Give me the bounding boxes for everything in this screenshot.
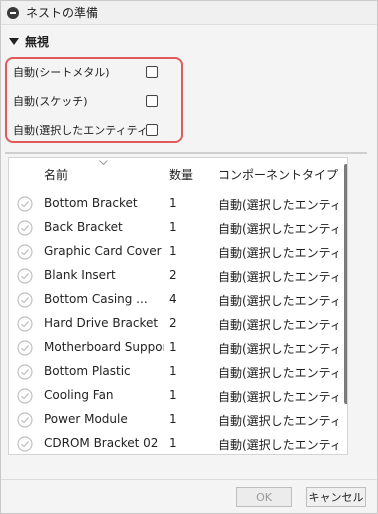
row-name: Bottom Plastic	[44, 364, 131, 378]
vertical-scrollbar[interactable]	[344, 164, 347, 404]
check-circle-icon	[17, 244, 33, 260]
row-type: 自動(選択したエンティ...	[218, 294, 338, 308]
nest-prep-dialog: ネストの準備 無視 自動(シートメタル) 自動(スケッチ) 自動(選択したエンテ…	[0, 0, 378, 514]
check-circle-icon	[17, 292, 33, 308]
row-type: 自動(選択したエンティ...	[218, 270, 338, 284]
row-type: 自動(選択したエンティ...	[218, 198, 338, 212]
row-qty: 1	[169, 244, 177, 258]
row-type: 自動(選択したエンティ...	[218, 222, 338, 236]
sketch-checkbox[interactable]	[146, 95, 158, 107]
list-header: 名前 数量 コンポーネントタイプ	[9, 158, 347, 188]
footer-divider	[1, 479, 377, 480]
check-circle-icon	[17, 316, 33, 332]
table-row[interactable]: Power Module 1 自動(選択したエンティ...	[9, 408, 341, 432]
table-row[interactable]: CDROM Bracket 02 1 自動(選択したエンティ...	[9, 432, 341, 454]
ignore-section-header[interactable]: 無視	[9, 33, 49, 50]
row-name: Bottom Bracket	[44, 196, 138, 210]
row-type: 自動(選択したエンティ...	[218, 414, 338, 428]
component-list[interactable]: 名前 数量 コンポーネントタイプ Bottom Bracket 1 自動(選択したエ…	[8, 157, 348, 455]
row-qty: 2	[169, 316, 177, 330]
row-name: Blank Insert	[44, 268, 116, 282]
option-label: 自動(スケッチ)	[13, 95, 88, 108]
table-row[interactable]: Bottom Plastic 1 自動(選択したエンティ...	[9, 360, 341, 384]
check-circle-icon	[17, 196, 33, 212]
row-type: 自動(選択したエンティ...	[218, 318, 338, 332]
table-row[interactable]: Graphic Card Cover 1 自動(選択したエンティ...	[9, 240, 341, 264]
check-circle-icon	[17, 388, 33, 404]
table-row[interactable]: Hard Drive Bracket 2 自動(選択したエンティ...	[9, 312, 341, 336]
cancel-button[interactable]: キャンセル	[306, 487, 366, 507]
option-sheet-metal[interactable]: 自動(シートメタル)	[13, 63, 163, 81]
column-header-qty[interactable]: 数量	[169, 166, 193, 183]
row-qty: 1	[169, 412, 177, 426]
row-qty: 1	[169, 436, 177, 450]
title-bar: ネストの準備	[1, 1, 377, 25]
option-selected-entity[interactable]: 自動(選択したエンティティ)	[13, 121, 163, 139]
check-circle-icon	[17, 364, 33, 380]
row-name: Power Module	[44, 412, 128, 426]
row-type: 自動(選択したエンティ...	[218, 342, 338, 356]
option-label: 自動(選択したエンティティ)	[13, 124, 153, 137]
row-name: Graphic Card Cover	[44, 244, 162, 258]
row-type: 自動(選択したエンティ...	[218, 246, 338, 260]
caret-down-icon[interactable]	[9, 38, 19, 45]
row-type: 自動(選択したエンティ...	[218, 390, 338, 404]
row-qty: 1	[169, 340, 177, 354]
option-sketch[interactable]: 自動(スケッチ)	[13, 92, 163, 110]
sort-chevron-icon[interactable]	[99, 160, 108, 165]
row-name: Cooling Fan	[44, 388, 114, 402]
row-type: 自動(選択したエンティ...	[218, 366, 338, 380]
row-qty: 1	[169, 364, 177, 378]
section-title: 無視	[25, 35, 50, 49]
dialog-title: ネストの準備	[26, 6, 99, 20]
row-qty: 1	[169, 220, 177, 234]
row-name: Motherboard Support	[44, 340, 164, 354]
table-row[interactable]: Bottom Bracket 1 自動(選択したエンティ...	[9, 192, 341, 216]
row-qty: 4	[169, 292, 177, 306]
option-label: 自動(シートメタル)	[13, 66, 110, 79]
check-circle-icon	[17, 340, 33, 356]
column-header-type[interactable]: コンポーネントタイプ	[218, 166, 338, 183]
row-type: 自動(選択したエンティ...	[218, 438, 338, 452]
row-qty: 1	[169, 388, 177, 402]
ok-button[interactable]: OK	[236, 487, 292, 507]
check-circle-icon	[17, 412, 33, 428]
table-row[interactable]: Back Bracket 1 自動(選択したエンティ...	[9, 216, 341, 240]
row-qty: 2	[169, 268, 177, 282]
table-rows: Bottom Bracket1自動(選択したエンティ...Back Bracke…	[9, 192, 341, 454]
row-name: Back Bracket	[44, 220, 123, 234]
check-circle-icon	[17, 220, 33, 236]
column-header-name[interactable]: 名前	[44, 166, 68, 183]
table-row[interactable]: Cooling Fan 1 自動(選択したエンティ...	[9, 384, 341, 408]
table-row[interactable]: Blank Insert 2 自動(選択したエンティ...	[9, 264, 341, 288]
row-qty: 1	[169, 196, 177, 210]
row-name: Bottom Casing ...	[44, 292, 148, 306]
row-name: Hard Drive Bracket	[44, 316, 159, 330]
divider	[5, 152, 367, 154]
selected-entity-checkbox[interactable]	[146, 124, 158, 136]
check-circle-icon	[17, 268, 33, 284]
table-row[interactable]: Motherboard Support 1 自動(選択したエンティ...	[9, 336, 341, 360]
table-row[interactable]: Bottom Casing ... 4 自動(選択したエンティ...	[9, 288, 341, 312]
check-circle-icon	[17, 436, 33, 452]
sheet-metal-checkbox[interactable]	[146, 66, 158, 78]
row-name: CDROM Bracket 02	[44, 436, 159, 450]
collapse-icon[interactable]	[7, 6, 19, 19]
